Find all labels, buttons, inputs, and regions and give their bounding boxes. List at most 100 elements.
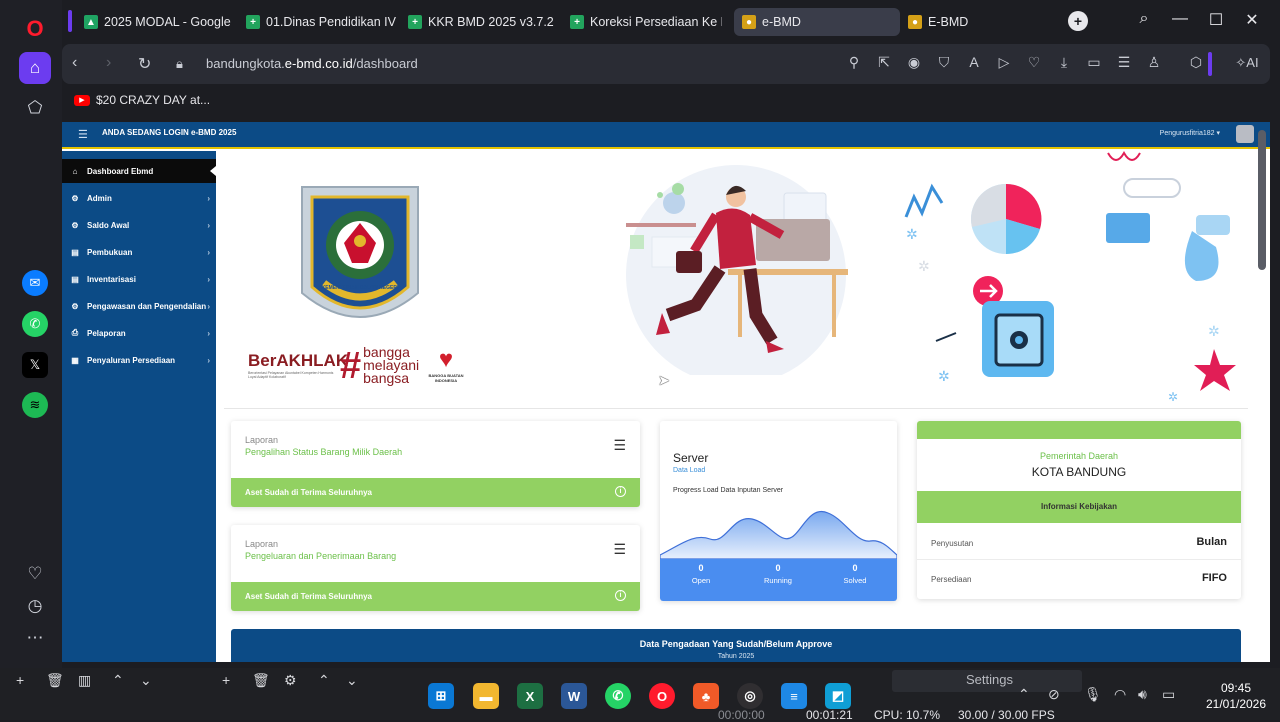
page-scrollbar[interactable] (1258, 130, 1266, 270)
app-icon[interactable]: ♣ (693, 683, 719, 709)
new-tab-button[interactable]: + (1068, 11, 1088, 31)
forward-button[interactable]: › (106, 54, 111, 72)
tray-chevron-icon[interactable]: ⌃ (1018, 686, 1030, 703)
bangga-melayani-logo: # bangga melayani bangsa (340, 344, 420, 387)
laporan-card-1[interactable]: Laporan Pengalihan Status Barang Milik D… (231, 421, 640, 507)
card-title: Pengeluaran dan Penerimaan Barang (245, 551, 397, 561)
persediaan-label: Persediaan (931, 575, 972, 584)
chevron-down-icon[interactable]: ⌄ (346, 672, 358, 689)
tab-2[interactable]: + 01.Dinas Pendidikan IV Ta (238, 8, 396, 36)
avatar[interactable] (1236, 125, 1254, 143)
menu-penyaluran[interactable]: ▦ Penyaluran Persediaan › (62, 348, 216, 372)
clock[interactable]: 09:45 21/01/2026 (1196, 680, 1276, 712)
whatsapp-taskbar-icon[interactable]: ✆ (605, 683, 631, 709)
mic-muted-icon[interactable]: ⊘ (1048, 686, 1060, 703)
translate-icon[interactable]: A (964, 54, 984, 70)
taskbar: + 🗑︎ ▥ ⌃ ⌄ + 🗑︎ ⚙ ⌃ ⌄ Settings ⌃ ⊘ 🎙︎ ◠ … (0, 668, 1280, 720)
menu-pelaporan[interactable]: ⎙ Pelaporan › (62, 321, 216, 345)
svg-text:✲: ✲ (918, 258, 930, 274)
heart-icon[interactable]: ♡ (19, 558, 51, 590)
laporan-card-2[interactable]: Laporan Pengeluaran dan Penerimaan Baran… (231, 525, 640, 611)
profile-icon[interactable]: ♙ (1144, 54, 1164, 71)
menu-pembukuan[interactable]: ▤ Pembukuan › (62, 240, 216, 264)
gears-icon: ⚙ (71, 193, 79, 203)
filter-icon[interactable]: ▥ (78, 672, 91, 689)
chevron-up-icon[interactable]: ⌃ (112, 672, 124, 689)
share-icon[interactable]: ⇱ (874, 54, 894, 71)
tab-6[interactable]: ● E-BMD (900, 8, 1050, 36)
download-icon[interactable]: ⤓ (1054, 54, 1074, 71)
menu-saldo-awal[interactable]: ⚙ Saldo Awal › (62, 213, 216, 237)
word-icon[interactable]: W (561, 683, 587, 709)
document-icon: ▤ (71, 274, 79, 284)
list-icon[interactable]: ☰ (613, 437, 626, 454)
menu-admin[interactable]: ⚙ Admin › (62, 186, 216, 210)
add-scene-icon[interactable]: + (16, 672, 24, 688)
add-source-icon[interactable]: + (222, 672, 230, 688)
close-window-button[interactable]: ✕ (1240, 10, 1264, 30)
kebijakan-bar: Informasi Kebijakan (917, 491, 1241, 523)
whatsapp-icon[interactable]: ✆ (22, 311, 48, 337)
play-icon[interactable]: ▷ (994, 54, 1014, 71)
divider (224, 408, 1248, 409)
x-twitter-icon[interactable]: 𝕏 (22, 352, 48, 378)
more-icon[interactable]: ⋯ (19, 622, 51, 654)
url-field[interactable]: bandungkota.e-bmd.co.id/dashboard (206, 56, 418, 71)
back-button[interactable]: ‹ (72, 54, 77, 72)
heart-icon[interactable]: ♡ (1024, 54, 1044, 71)
spotify-icon[interactable]: ≋ (22, 392, 48, 418)
dashboard-content: KEMENTERIAN DALAM NEGERI BerAKHLAK Beror… (216, 151, 1270, 662)
chevron-up-icon[interactable]: ⌃ (318, 672, 330, 689)
info-icon[interactable]: i (615, 486, 626, 497)
opera-logo-icon[interactable]: O (19, 13, 51, 45)
speed-dial-icon[interactable]: ⬠ (19, 92, 51, 124)
tab-1[interactable]: ▲ 2025 MODAL - Google D (76, 8, 234, 36)
excel-icon[interactable]: X (517, 683, 543, 709)
camera-icon[interactable]: ◉ (904, 54, 924, 71)
gear-icon[interactable]: ⚙ (284, 672, 297, 689)
obs-icon[interactable]: ◎ (737, 683, 763, 709)
microphone-icon[interactable]: 🎙︎ (1084, 686, 1102, 703)
battery-saver-icon[interactable]: ▭ (1084, 54, 1104, 71)
messenger-icon[interactable]: ✉ (22, 270, 48, 296)
wifi-icon[interactable]: ◠ (1114, 686, 1126, 703)
menu-pengawasan[interactable]: ⚙ Pengawasan dan Pengendalian › (62, 294, 216, 318)
tab-label: KKR BMD 2025 v3.7.2 Bid (428, 15, 558, 29)
info-icon[interactable]: i (615, 590, 626, 601)
search-tabs-icon[interactable]: ⌕ (1132, 10, 1156, 28)
divider (1208, 52, 1212, 76)
zoom-icon[interactable]: ⚲ (844, 54, 864, 71)
shield-icon[interactable]: ⛉ (934, 54, 954, 71)
chevron-right-icon: › (207, 274, 210, 284)
tab-3[interactable]: + KKR BMD 2025 v3.7.2 Bid (400, 8, 558, 36)
list-icon[interactable]: ☰ (613, 541, 626, 558)
home-icon[interactable]: ⌂ (19, 52, 51, 84)
penyusutan-label: Penyusutan (931, 539, 974, 548)
menu-dashboard[interactable]: ⌂ Dashboard Ebmd (62, 159, 216, 183)
tab-4[interactable]: + Koreksi Persediaan Ke Be (562, 8, 722, 36)
opera-taskbar-icon[interactable]: O (649, 683, 675, 709)
hamburger-icon[interactable]: ☰ (78, 128, 88, 141)
file-explorer-icon[interactable]: ▬ (473, 683, 499, 709)
user-menu[interactable]: Pengurusfitria182 ▾ (1160, 129, 1220, 137)
trash-icon[interactable]: 🗑︎ (46, 672, 64, 689)
chevron-down-icon[interactable]: ⌄ (140, 672, 152, 689)
maximize-button[interactable]: ☐ (1204, 10, 1228, 30)
history-icon[interactable]: ◷ (19, 590, 51, 622)
easy-setup-icon[interactable]: ☰ (1114, 54, 1134, 71)
photos-icon[interactable]: ◩ (825, 683, 851, 709)
notepad-icon[interactable]: ≡ (781, 683, 807, 709)
trash-icon[interactable]: 🗑︎ (252, 672, 270, 689)
battery-icon[interactable]: ▭ (1162, 686, 1175, 703)
emblem-text: KEMENTERIAN DALAM NEGERI (322, 285, 399, 291)
aria-ai-button[interactable]: ✧AI (1230, 55, 1264, 71)
tab-5-active[interactable]: ● e-BMD (734, 8, 900, 36)
extensions-icon[interactable]: ⬡ (1186, 54, 1206, 71)
reload-button[interactable]: ↻ (138, 54, 151, 74)
chevron-right-icon: › (207, 220, 210, 230)
menu-inventarisasi[interactable]: ▤ Inventarisasi › (62, 267, 216, 291)
bookmark-item[interactable]: ▶ $20 CRAZY DAY at... (74, 93, 210, 107)
volume-icon[interactable]: 🔊︎ (1138, 686, 1147, 703)
windows-start-icon[interactable]: ⊞ (428, 683, 454, 709)
minimize-button[interactable]: — (1168, 10, 1192, 28)
